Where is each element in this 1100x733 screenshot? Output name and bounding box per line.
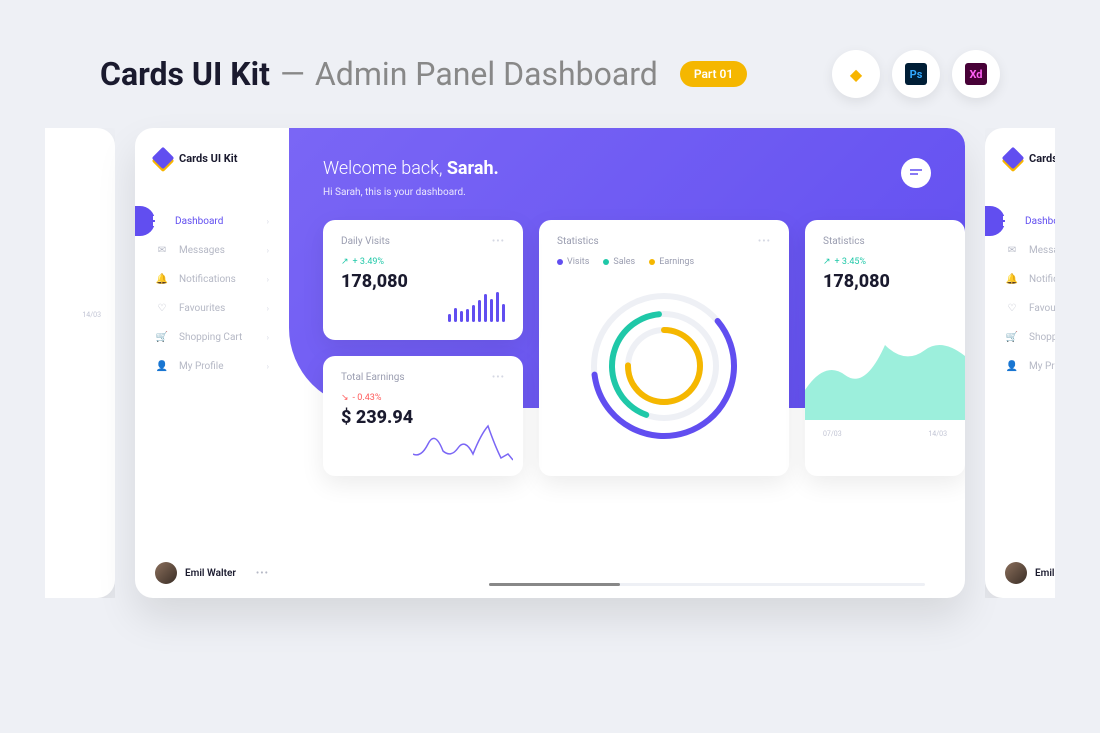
cart-icon: 🛒	[155, 332, 169, 343]
logo-icon	[152, 147, 175, 170]
card-title: Statistics	[557, 236, 599, 247]
card-title: Total Earnings	[341, 372, 405, 383]
logo-text: Cards UI Kit	[1029, 152, 1055, 165]
peek-value: 178,080	[45, 173, 101, 191]
arrow-down-icon: ↘	[341, 393, 349, 403]
logo-text: Cards UI Kit	[179, 152, 237, 165]
statistics-trend-card[interactable]: Statistics ↗+ 3.45% 178,080 07/0314/03	[805, 220, 965, 476]
part-badge: Part 01	[680, 61, 747, 87]
main-content: Welcome back, Sarah. Hi Sarah, this is y…	[289, 128, 965, 598]
card-title: Statistics	[823, 236, 865, 247]
sidebar-item-label: Messages	[179, 245, 225, 256]
more-icon[interactable]: •••	[492, 372, 505, 383]
sidebar-item-notifications[interactable]: 🔔Notifications	[985, 265, 1055, 294]
statistics-card[interactable]: Statistics ••• Visits Sales Earnings	[539, 220, 789, 476]
sidebar-item-messages[interactable]: ✉Messages	[985, 236, 1055, 265]
chevron-right-icon: ›	[267, 217, 269, 226]
sidebar-item-shopping-cart[interactable]: 🛒Shopping Cart	[985, 323, 1055, 352]
dashboard-window: Cards UI Kit Dashboard › ✉ Messages › 🔔	[135, 128, 965, 598]
peek-card-title: tics	[45, 148, 101, 159]
preview-right-peek: Cards UI Kit Dashboard ✉Messages 🔔Notifi…	[985, 128, 1055, 598]
xd-icon: Xd	[952, 50, 1000, 98]
dashboard-icon	[151, 215, 165, 227]
bar-chart	[448, 282, 505, 322]
trend-down: ↘- 0.43%	[341, 393, 505, 403]
dashboard-icon	[1001, 215, 1015, 227]
sidebar-item-my-profile[interactable]: 👤My Profile	[985, 352, 1055, 381]
horizontal-scrollbar[interactable]	[489, 583, 925, 586]
arrow-up-icon: ↗	[823, 257, 831, 267]
sidebar-item-dashboard[interactable]: Dashboard	[985, 206, 1055, 236]
messages-icon: ✉	[155, 245, 169, 256]
sidebar-item-label: Favourites	[179, 303, 225, 314]
preview-left-peek: tics ↗+ 3.45% 178,080 07/0314/03	[45, 128, 115, 598]
menu-button[interactable]	[901, 158, 931, 188]
sidebar: Cards UI Kit Dashboard › ✉ Messages › 🔔	[135, 128, 289, 598]
chevron-right-icon: ›	[267, 304, 269, 313]
peek-trend: ↗+ 3.45%	[45, 159, 101, 169]
more-icon[interactable]: •••	[492, 236, 505, 247]
sidebar-item-notifications[interactable]: 🔔 Notifications ›	[135, 265, 289, 294]
sidebar-item-favourites[interactable]: ♡ Favourites ›	[135, 294, 289, 323]
sidebar-item-messages[interactable]: ✉ Messages ›	[135, 236, 289, 265]
sparkline-chart	[413, 416, 513, 466]
more-icon[interactable]: •••	[256, 568, 269, 579]
trend-up: ↗+ 3.45%	[823, 257, 947, 267]
page-title-bold: Cards UI Kit	[100, 55, 270, 93]
chart-axis: 07/0314/03	[823, 430, 947, 438]
area-chart	[805, 310, 965, 420]
user-icon: 👤	[155, 361, 169, 372]
logo-icon	[1002, 147, 1025, 170]
statistics-value: 178,080	[823, 271, 947, 292]
sketch-icon: ◆	[832, 50, 880, 98]
sidebar-item-favourites[interactable]: ♡Favourites	[985, 294, 1055, 323]
trend-up: ↗+ 3.49%	[341, 257, 505, 267]
welcome-title: Welcome back, Sarah.	[323, 158, 499, 179]
heart-icon: ♡	[155, 303, 169, 314]
page-title-light: Admin Panel Dashboard	[315, 55, 658, 93]
more-icon[interactable]: •••	[758, 236, 771, 247]
sidebar-item-dashboard[interactable]: Dashboard ›	[135, 206, 289, 236]
sidebar-item-shopping-cart[interactable]: 🛒 Shopping Cart ›	[135, 323, 289, 352]
sidebar-item-my-profile[interactable]: 👤 My Profile ›	[135, 352, 289, 381]
chevron-right-icon: ›	[267, 333, 269, 342]
card-title: Daily Visits	[341, 236, 390, 247]
user-name: Emil Walter	[185, 568, 236, 579]
bell-icon: 🔔	[155, 274, 169, 285]
photoshop-icon: Ps	[892, 50, 940, 98]
sidebar-item-label: Shopping Cart	[179, 332, 242, 343]
title-separator: —	[280, 55, 305, 93]
chevron-right-icon: ›	[267, 246, 269, 255]
welcome-subtitle: Hi Sarah, this is your dashboard.	[323, 187, 499, 198]
avatar	[155, 562, 177, 584]
user-profile-row[interactable]: Emil Walter •••	[135, 562, 289, 584]
daily-visits-card[interactable]: Daily Visits ••• ↗+ 3.49% 178,080	[323, 220, 523, 340]
sidebar-item-label: Notifications	[179, 274, 236, 285]
chevron-right-icon: ›	[267, 275, 269, 284]
chart-legend: Visits Sales Earnings	[557, 257, 771, 267]
sidebar-item-label: Dashboard	[175, 216, 223, 227]
total-earnings-card[interactable]: Total Earnings ••• ↘- 0.43% $ 239.94	[323, 356, 523, 476]
chevron-right-icon: ›	[267, 362, 269, 371]
donut-chart	[557, 281, 771, 451]
sidebar-item-label: My Profile	[179, 361, 224, 372]
arrow-up-icon: ↗	[341, 257, 349, 267]
